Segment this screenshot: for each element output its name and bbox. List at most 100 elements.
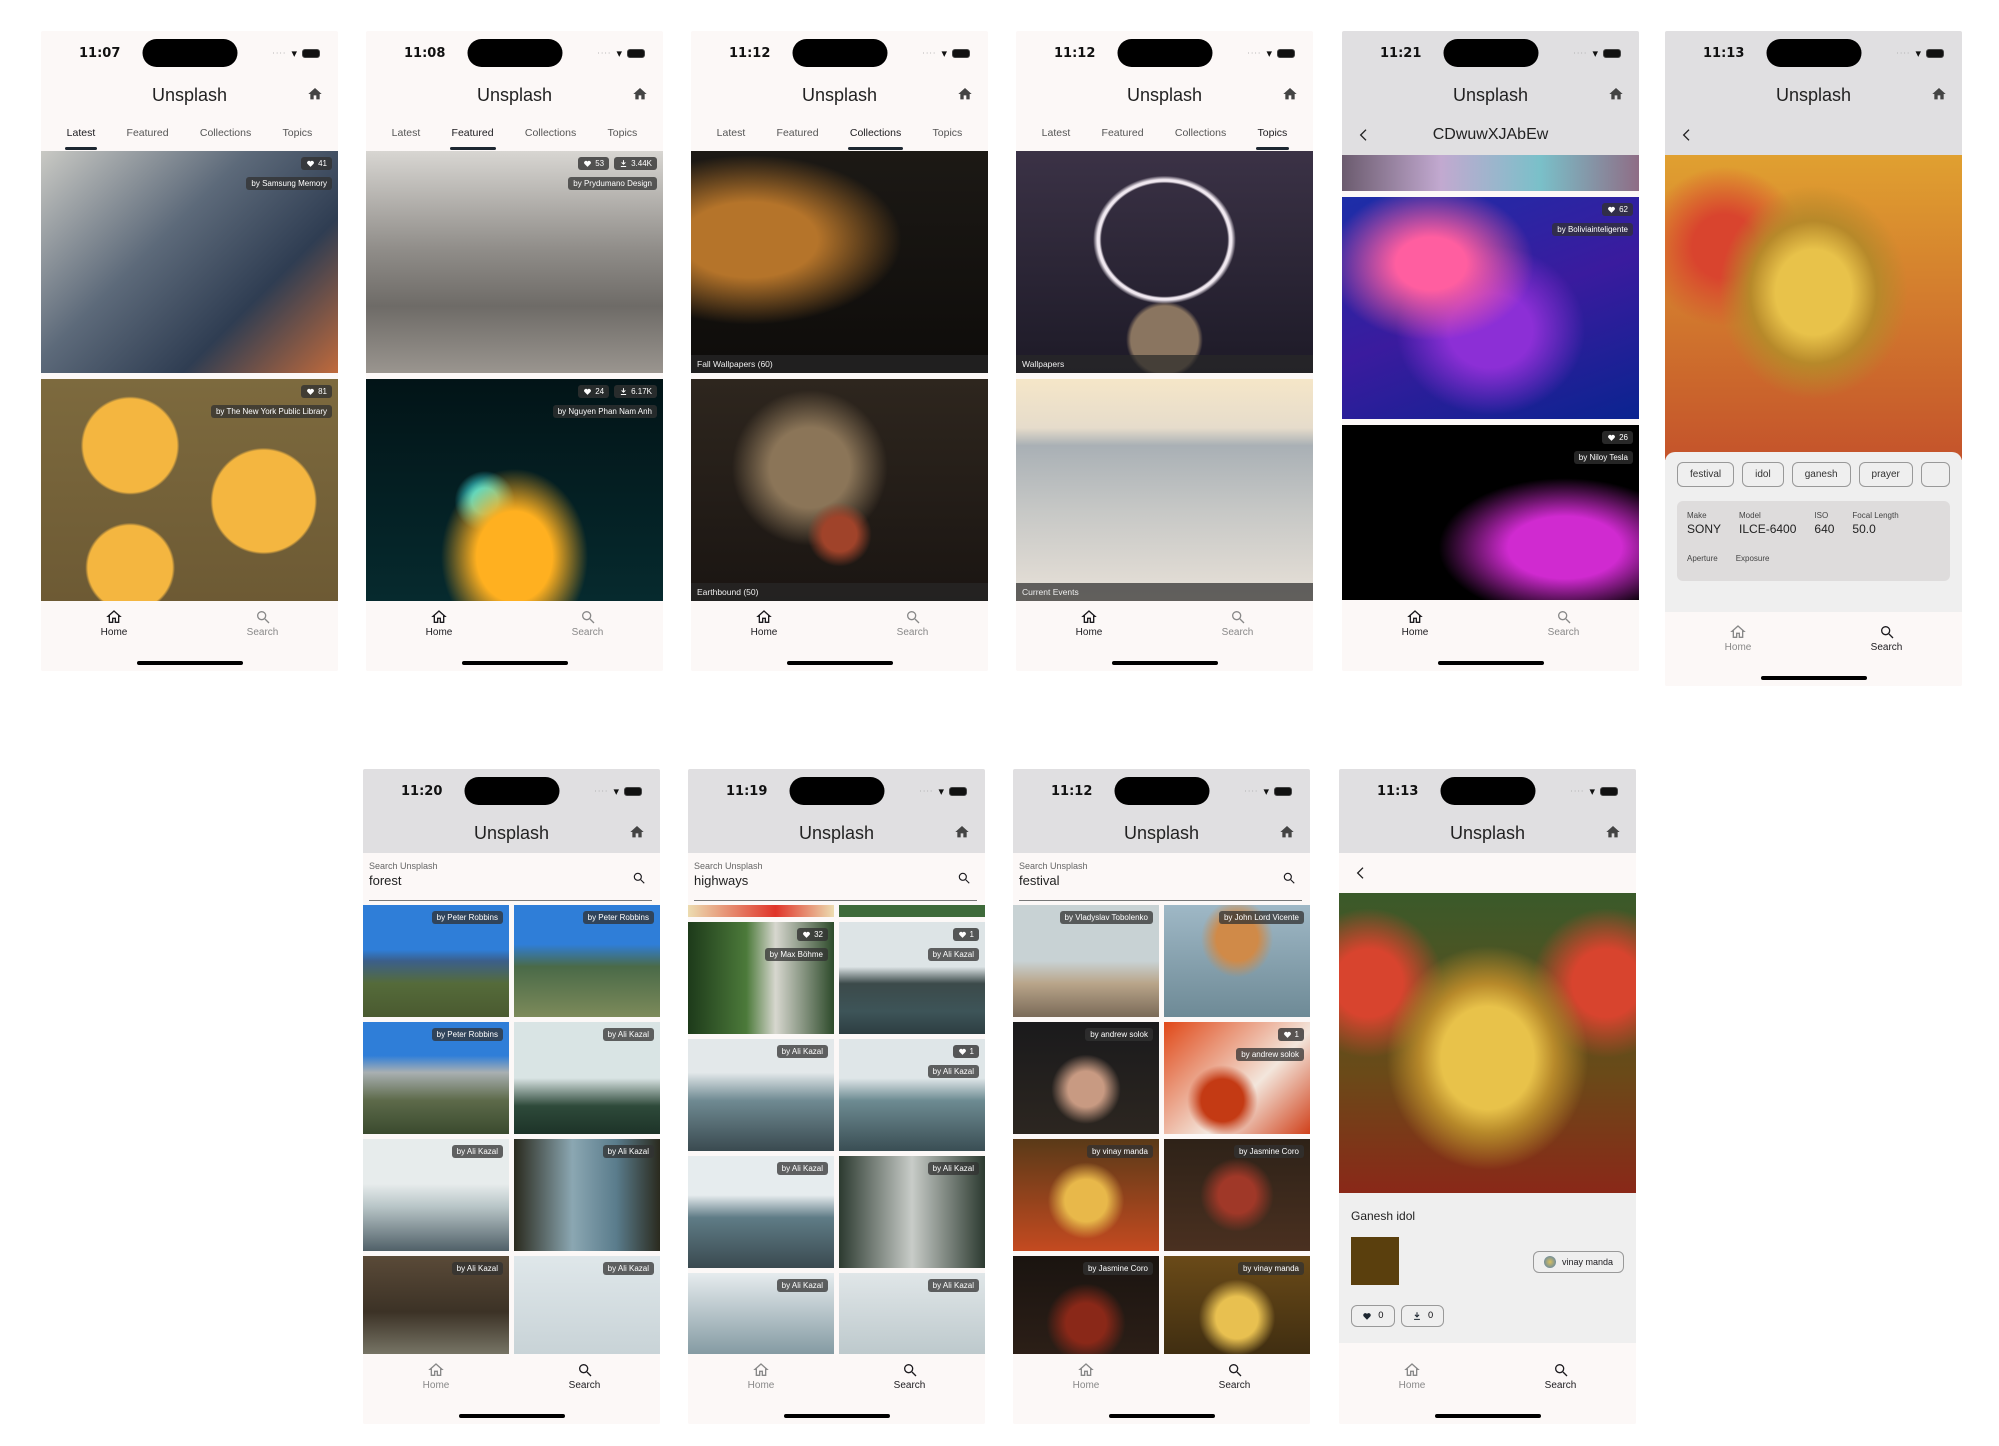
topic-card[interactable]: Current Events — [1016, 379, 1313, 601]
result-tile[interactable]: by vinay manda — [1164, 1256, 1310, 1368]
result-tile[interactable]: by vinay manda — [1013, 1139, 1159, 1251]
result-tile[interactable]: by Jasmine Coro — [1013, 1256, 1159, 1368]
home-button[interactable] — [956, 85, 974, 103]
result-tile[interactable]: by Peter Robbins — [363, 905, 509, 1017]
tab-latest[interactable]: Latest — [390, 119, 423, 147]
result-tile[interactable]: 1 by Ali Kazal — [839, 1039, 985, 1151]
photo-image[interactable] — [1339, 893, 1636, 1193]
tag-chip[interactable]: ganesh — [1791, 462, 1851, 487]
home-button[interactable] — [628, 823, 646, 841]
nav-search[interactable]: Search — [1222, 609, 1253, 671]
topic-card[interactable]: Wallpapers — [1016, 151, 1313, 373]
tab-latest[interactable]: Latest — [715, 119, 748, 147]
search-input[interactable]: highways — [694, 873, 975, 888]
tab-collections[interactable]: Collections — [847, 119, 904, 150]
search-field[interactable]: Search Unsplash festival — [1013, 853, 1310, 905]
tab-featured[interactable]: Featured — [125, 119, 171, 147]
tab-collections[interactable]: Collections — [198, 119, 253, 147]
tab-featured[interactable]: Featured — [1100, 119, 1146, 147]
tab-featured[interactable]: Featured — [775, 119, 821, 147]
nav-home[interactable]: Home — [1725, 624, 1751, 686]
photo-card[interactable]: 41 by Samsung Memory — [41, 151, 338, 373]
result-tile[interactable]: 32 by Max Böhme — [688, 922, 834, 1034]
nav-home[interactable]: Home — [423, 1362, 449, 1424]
home-button[interactable] — [1281, 85, 1299, 103]
nav-search[interactable]: Search — [894, 1362, 925, 1424]
result-tile[interactable]: by John Lord Vicente — [1164, 905, 1310, 1017]
result-tile[interactable]: by Ali Kazal — [514, 1256, 660, 1368]
download-button[interactable]: 0 — [1400, 1305, 1445, 1327]
search-input[interactable]: forest — [369, 873, 650, 888]
photo-card[interactable]: 62 by Boliviainteligente — [1342, 197, 1639, 419]
result-tile[interactable]: by Vladyslav Tobolenko — [1013, 905, 1159, 1017]
photo-card[interactable]: 81 by The New York Public Library — [41, 379, 338, 601]
home-button[interactable] — [953, 823, 971, 841]
home-button[interactable] — [631, 85, 649, 103]
result-tile[interactable]: by Ali Kazal — [688, 1039, 834, 1151]
result-tile[interactable]: 1 by Ali Kazal — [839, 922, 985, 1034]
photo-card[interactable]: 53 3.44K by Prydumano Design — [366, 151, 663, 373]
nav-home[interactable]: Home — [426, 609, 452, 671]
result-tile[interactable] — [839, 905, 985, 917]
back-icon[interactable] — [1353, 865, 1369, 881]
tab-topics[interactable]: Topics — [931, 119, 965, 147]
nav-home[interactable]: Home — [101, 609, 127, 671]
result-tile[interactable]: by Ali Kazal — [363, 1256, 509, 1368]
tab-latest[interactable]: Latest — [1040, 119, 1073, 147]
nav-search[interactable]: Search — [1871, 624, 1902, 686]
nav-search[interactable]: Search — [572, 609, 603, 671]
tag-chip[interactable]: prayer — [1858, 462, 1913, 487]
search-field[interactable]: Search Unsplash highways — [688, 853, 985, 905]
like-button[interactable]: 0 — [1351, 1305, 1395, 1327]
result-tile[interactable]: by Peter Robbins — [514, 905, 660, 1017]
result-tile[interactable]: by andrew solok — [1013, 1022, 1159, 1134]
result-tile[interactable]: by Ali Kazal — [363, 1139, 509, 1251]
nav-search[interactable]: Search — [1219, 1362, 1250, 1424]
result-tile[interactable]: by Ali Kazal — [688, 1156, 834, 1268]
search-field[interactable]: Search Unsplash forest — [363, 853, 660, 905]
nav-search[interactable]: Search — [247, 609, 278, 671]
nav-home[interactable]: Home — [1399, 1362, 1425, 1424]
home-button[interactable] — [1930, 85, 1948, 103]
photo-card[interactable]: 26 by Niloy Tesla — [1342, 425, 1639, 600]
tag-chip[interactable]: idol — [1742, 462, 1784, 487]
tab-topics[interactable]: Topics — [1255, 119, 1290, 150]
photo-image[interactable] — [1665, 155, 1962, 460]
result-tile[interactable]: 1 by andrew solok — [1164, 1022, 1310, 1134]
home-button[interactable] — [306, 85, 324, 103]
nav-search[interactable]: Search — [897, 609, 928, 671]
tag-chip[interactable]: festival — [1677, 462, 1735, 487]
result-tile[interactable]: by Ali Kazal — [514, 1022, 660, 1134]
home-button[interactable] — [1604, 823, 1622, 841]
nav-search[interactable]: Search — [1548, 609, 1579, 671]
nav-search[interactable]: Search — [569, 1362, 600, 1424]
search-icon[interactable] — [632, 871, 646, 885]
nav-home[interactable]: Home — [1073, 1362, 1099, 1424]
nav-home[interactable]: Home — [1076, 609, 1102, 671]
search-icon[interactable] — [957, 871, 971, 885]
tab-featured[interactable]: Featured — [449, 119, 496, 150]
result-tile[interactable]: by Ali Kazal — [839, 1156, 985, 1268]
collection-card[interactable]: Earthbound (50) — [691, 379, 988, 601]
result-tile[interactable]: by Jasmine Coro — [1164, 1139, 1310, 1251]
result-tile[interactable] — [688, 905, 834, 917]
nav-search[interactable]: Search — [1545, 1362, 1576, 1424]
photo-card[interactable] — [1342, 155, 1639, 191]
back-icon[interactable] — [1679, 127, 1695, 143]
search-input[interactable]: festival — [1019, 873, 1300, 888]
tab-collections[interactable]: Collections — [523, 119, 578, 147]
collection-card[interactable]: Fall Wallpapers (60) — [691, 151, 988, 373]
nav-home[interactable]: Home — [748, 1362, 774, 1424]
result-tile[interactable]: by Peter Robbins — [363, 1022, 509, 1134]
tab-collections[interactable]: Collections — [1173, 119, 1228, 147]
home-button[interactable] — [1278, 823, 1296, 841]
photo-card[interactable]: 24 6.17K by Nguyen Phan Nam Anh — [366, 379, 663, 601]
user-chip[interactable]: vinay manda — [1532, 1251, 1624, 1273]
nav-home[interactable]: Home — [751, 609, 777, 671]
tab-latest[interactable]: Latest — [64, 119, 98, 150]
tag-chip[interactable] — [1920, 462, 1950, 487]
home-button[interactable] — [1607, 85, 1625, 103]
tab-topics[interactable]: Topics — [281, 119, 315, 147]
tab-topics[interactable]: Topics — [606, 119, 640, 147]
nav-home[interactable]: Home — [1402, 609, 1428, 671]
